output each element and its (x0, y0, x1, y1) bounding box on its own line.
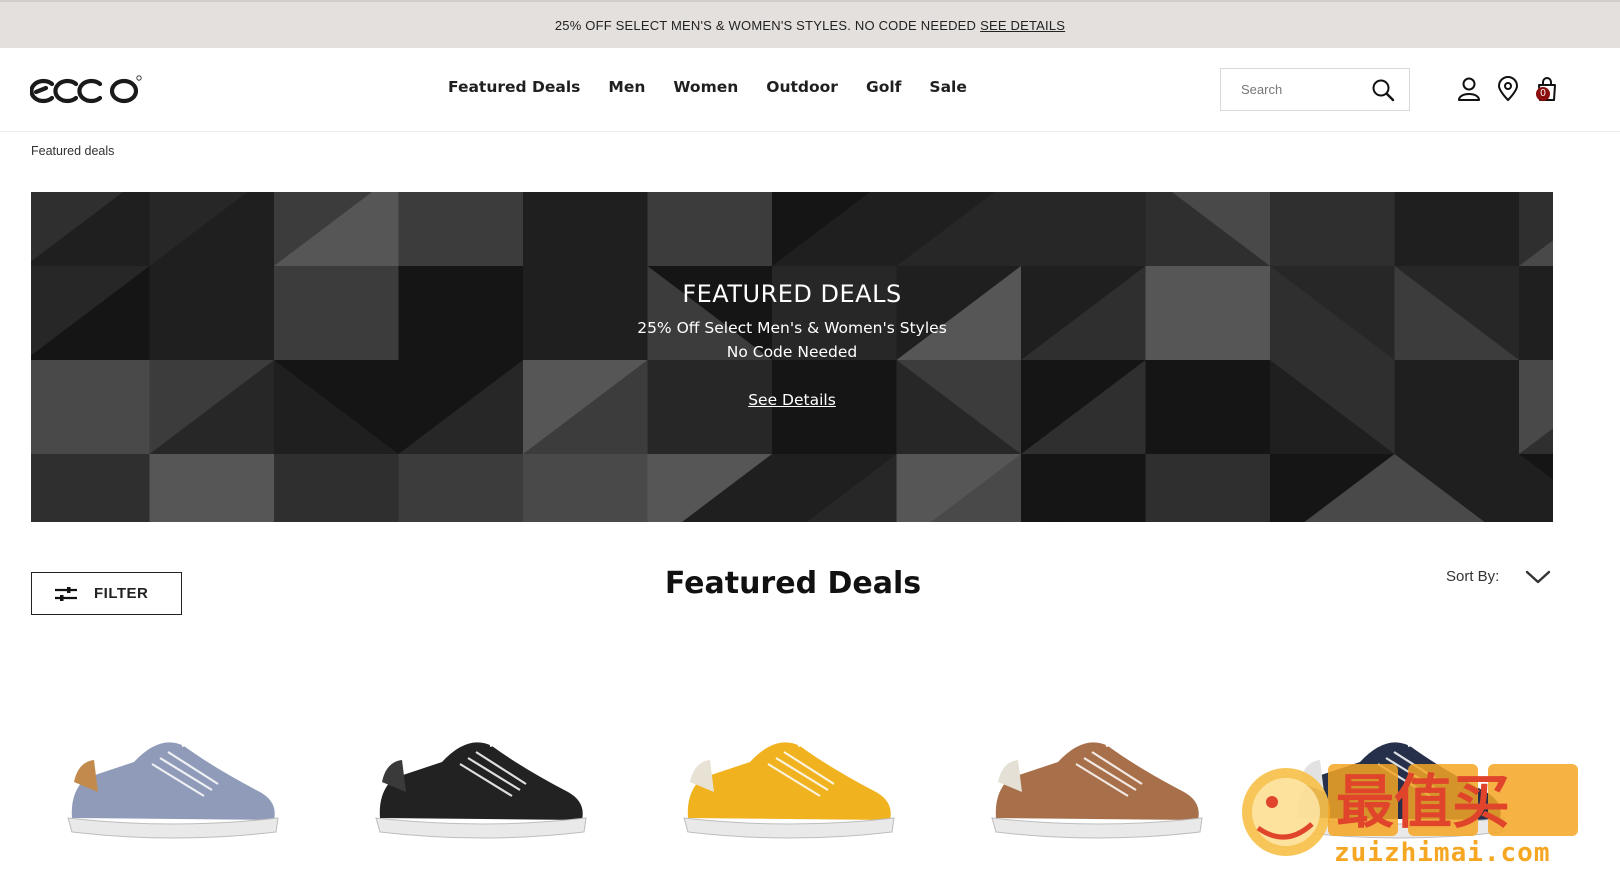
sort-label: Sort By: (1446, 568, 1500, 585)
chevron-down-icon[interactable] (1525, 569, 1551, 585)
product-card-image[interactable] (680, 722, 910, 842)
nav-sale[interactable]: Sale (929, 78, 966, 96)
sort-dropdown[interactable]: Sort By: (1446, 568, 1551, 585)
product-card-image[interactable] (988, 722, 1218, 842)
account-icon[interactable] (1456, 76, 1482, 102)
nav-women[interactable]: Women (673, 78, 738, 96)
hero-subtitle-2: No Code Needed (726, 343, 858, 361)
product-card-image[interactable] (64, 722, 294, 842)
nav-featured-deals[interactable]: Featured Deals (448, 78, 580, 96)
ecco-logo[interactable] (30, 72, 142, 108)
watermark-label: 最值买 (1336, 768, 1510, 836)
nav-outdoor[interactable]: Outdoor (766, 78, 838, 96)
promo-see-details-link[interactable]: SEE DETAILS (980, 18, 1065, 33)
promo-bar: 25% OFF SELECT MEN'S & WOMEN'S STYLES. N… (0, 0, 1620, 48)
site-header: Featured Deals Men Women Outdoor Golf Sa… (0, 48, 1620, 132)
product-card-image[interactable] (372, 722, 602, 842)
hero-banner: FEATURED DEALS 25% Off Select Men's & Wo… (31, 192, 1553, 522)
search-box (1220, 68, 1410, 111)
main-nav: Featured Deals Men Women Outdoor Golf Sa… (448, 78, 995, 96)
location-pin-icon[interactable] (1495, 76, 1521, 102)
watermark-text: zuizhimai.com (1334, 838, 1551, 868)
hero-subtitle: 25% Off Select Men's & Women's Styles (637, 319, 947, 337)
nav-men[interactable]: Men (608, 78, 645, 96)
nav-golf[interactable]: Golf (866, 78, 901, 96)
hero-see-details-link[interactable]: See Details (748, 391, 836, 409)
search-input[interactable] (1221, 82, 1371, 97)
cart-count-badge: 0 (1536, 87, 1550, 101)
hero-title: FEATURED DEALS (682, 280, 902, 308)
search-icon[interactable] (1371, 78, 1395, 102)
promo-text: 25% OFF SELECT MEN'S & WOMEN'S STYLES. N… (554, 17, 977, 33)
page-title: Featured Deals (664, 566, 922, 601)
breadcrumb[interactable]: Featured deals (31, 144, 114, 158)
